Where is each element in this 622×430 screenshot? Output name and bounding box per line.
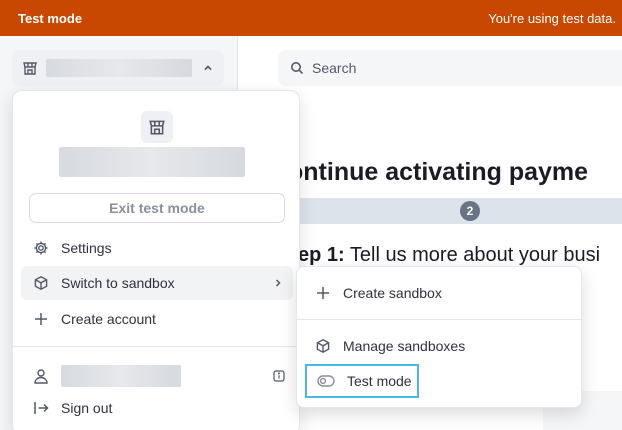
cube-icon [33,275,49,291]
search-icon [290,61,304,75]
submenu-item-manage-sandboxes[interactable]: Manage sandboxes [305,329,575,363]
sign-out-button[interactable]: Sign out [21,391,293,425]
exit-test-mode-button[interactable]: Exit test mode [29,193,285,223]
sign-out-label: Sign out [61,400,113,416]
banner-title: Test mode [18,10,83,26]
user-name-redacted [61,365,181,387]
submenu-item-test-mode[interactable]: Test mode [305,364,419,398]
submenu-item-create-sandbox[interactable]: Create sandbox [305,276,575,310]
menu-item-label: Create account [61,311,156,327]
info-icon[interactable] [273,370,285,382]
submenu-divider [297,319,581,320]
store-icon [141,111,173,143]
activation-progress-bar: 2 [290,198,622,224]
menu-item-settings[interactable]: Settings [21,231,293,265]
step-label: ep 1: [298,244,345,266]
menu-item-switch-to-sandbox[interactable]: Switch to sandbox [21,266,293,300]
user-row [21,363,293,389]
plus-icon [33,311,49,327]
account-switcher[interactable] [12,50,224,86]
banner-message: You're using test data. [488,10,616,26]
submenu-item-label: Test mode [347,373,412,389]
gear-icon [33,240,49,256]
menu-item-label: Switch to sandbox [61,275,175,291]
menu-item-create-account[interactable]: Create account [21,302,293,336]
account-name-redacted [46,59,192,77]
toggle-icon [317,375,335,387]
search-input[interactable] [312,60,612,76]
chevron-right-icon [273,278,283,288]
menu-item-label: Settings [61,240,112,256]
step-2-marker: 2 [460,201,480,221]
sandbox-submenu: Create sandbox Manage sandboxes Test mod… [296,266,582,408]
account-menu: Exit test mode Settings Switch to sandbo… [12,90,300,430]
user-icon [33,368,49,384]
submenu-item-label: Manage sandboxes [343,338,466,354]
menu-divider [13,346,299,347]
submenu-item-label: Create sandbox [343,285,442,301]
step-description: ep 1: Tell us more about your busi [298,244,600,267]
account-name-redacted [59,147,245,177]
step-text: Tell us more about your busi [344,244,601,266]
sign-out-icon [33,400,49,416]
store-icon [22,60,38,76]
plus-icon [315,285,331,301]
page-headline: ontinue activating payme [288,158,589,186]
cube-icon [315,338,331,354]
chevron-up-icon [202,62,214,74]
search-bar[interactable] [278,50,622,86]
test-mode-banner: Test mode You're using test data. [0,0,622,36]
